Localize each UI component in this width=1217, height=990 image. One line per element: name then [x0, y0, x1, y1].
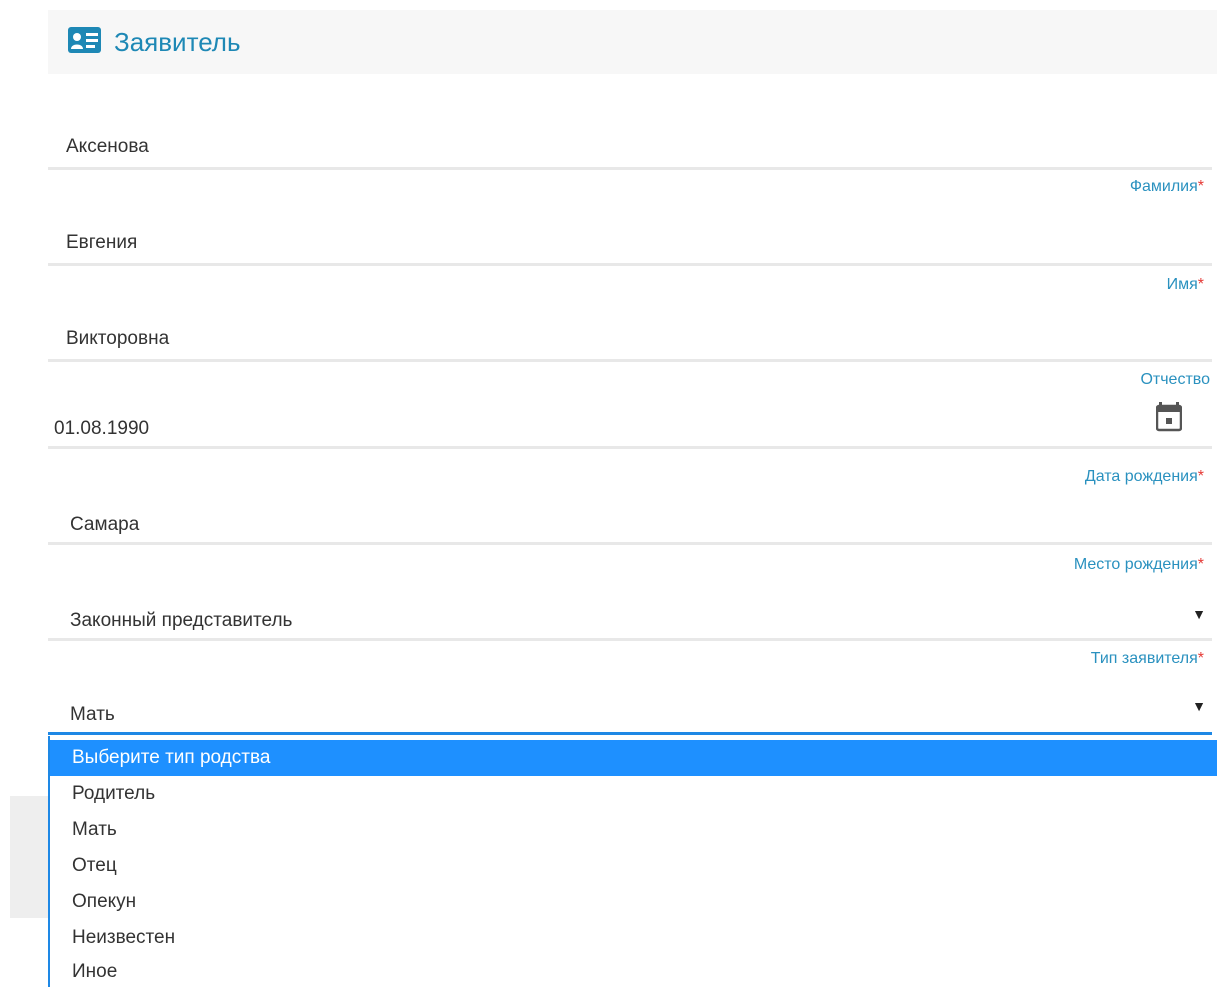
dropdown-option-mother[interactable]: Мать	[50, 812, 1217, 848]
calendar-icon[interactable]	[1156, 402, 1182, 432]
last-name-input[interactable]: Аксенова	[66, 136, 149, 158]
last-name-underline	[48, 167, 1212, 170]
last-name-label: Фамилия*	[1129, 178, 1204, 195]
birth-date-underline	[48, 446, 1212, 449]
relation-type-value[interactable]: Мать	[70, 704, 115, 726]
patronymic-underline	[48, 359, 1212, 362]
relation-type-dropdown: Выберите тип родства Родитель Мать Отец …	[48, 736, 1217, 987]
required-mark: *	[1197, 556, 1204, 573]
relation-type-select[interactable]: Мать ▼	[48, 698, 1212, 736]
first-name-label: Имя*	[1166, 276, 1204, 293]
birth-place-underline	[48, 542, 1212, 545]
birth-date-field[interactable]: 01.08.1990 Дата рождения*	[48, 398, 1212, 488]
applicant-type-value[interactable]: Законный представитель	[70, 610, 292, 632]
first-name-field[interactable]: Евгения Имя*	[48, 224, 1212, 296]
first-name-underline	[48, 263, 1212, 266]
birth-place-label: Место рождения*	[1073, 556, 1204, 573]
dropdown-option-father[interactable]: Отец	[50, 848, 1217, 884]
dropdown-option-guardian[interactable]: Опекун	[50, 884, 1217, 920]
applicant-type-select[interactable]: Законный представитель ▼ Тип заявителя*	[48, 598, 1212, 682]
required-mark: *	[1197, 178, 1204, 195]
dropdown-option-other[interactable]: Иное	[50, 954, 1217, 990]
background-panel	[10, 796, 48, 918]
dropdown-option-placeholder[interactable]: Выберите тип родства	[50, 740, 1217, 776]
required-mark: *	[1197, 650, 1204, 667]
dropdown-option-unknown[interactable]: Неизвестен	[50, 920, 1217, 956]
section-title: Заявитель	[114, 27, 241, 57]
last-name-field[interactable]: Аксенова Фамилия*	[48, 128, 1212, 200]
birth-date-input[interactable]: 01.08.1990	[54, 418, 149, 440]
birth-place-input[interactable]: Самара	[70, 514, 139, 536]
birth-place-field[interactable]: Самара Место рождения*	[48, 506, 1212, 582]
section-header: Заявитель	[48, 10, 1217, 74]
patronymic-input[interactable]: Викторовна	[66, 328, 169, 350]
required-mark: *	[1197, 276, 1204, 293]
first-name-input[interactable]: Евгения	[66, 232, 137, 254]
dropdown-option-parent[interactable]: Родитель	[50, 776, 1217, 812]
id-card-icon	[68, 27, 101, 53]
required-mark: *	[1197, 468, 1204, 485]
patronymic-label: Отчество	[1140, 371, 1210, 388]
applicant-type-label: Тип заявителя*	[1090, 650, 1204, 667]
applicant-type-underline	[48, 638, 1212, 641]
relation-type-underline	[48, 732, 1212, 735]
birth-date-label: Дата рождения*	[1084, 468, 1204, 485]
caret-down-icon[interactable]: ▼	[1192, 606, 1206, 622]
patronymic-field[interactable]: Викторовна Отчество	[48, 318, 1212, 390]
caret-down-icon[interactable]: ▼	[1192, 698, 1206, 714]
